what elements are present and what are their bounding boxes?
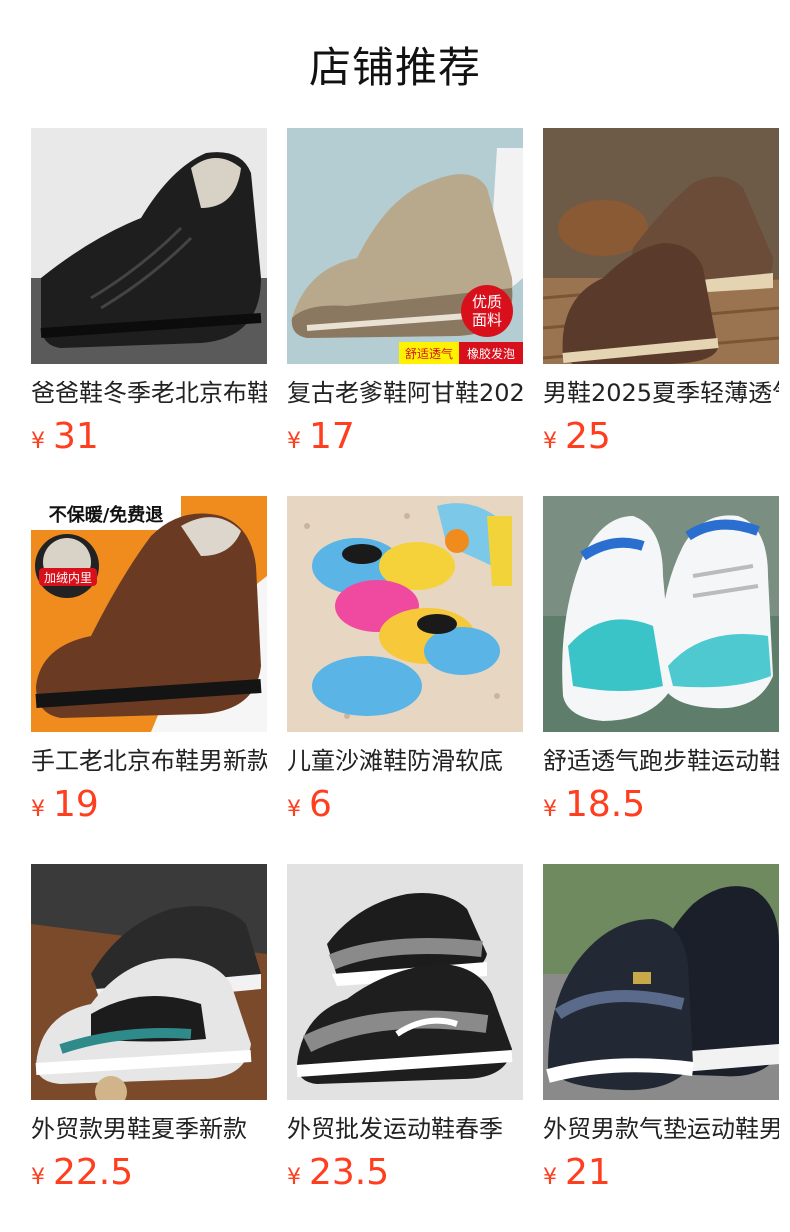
price-value: 17 xyxy=(309,416,355,457)
black-gray-sneaker-icon xyxy=(287,864,523,1100)
product-image[interactable] xyxy=(31,864,267,1100)
khaki-dad-shoe-icon: 优质 面料 舒适透气 橡胶发泡 xyxy=(287,128,523,364)
brown-leather-shoe-icon: 不保暖/免费退 加绒内里 xyxy=(31,496,267,732)
product-name[interactable]: 男鞋2025夏季轻薄透气 xyxy=(543,376,779,410)
product-name[interactable]: 外贸款男鞋夏季新款 xyxy=(31,1112,267,1146)
product-price: ¥ 25 xyxy=(543,416,779,460)
kids-beach-shoes-icon xyxy=(287,496,523,732)
product-card[interactable]: 外贸批发运动鞋春季 ¥ 23.5 xyxy=(287,864,523,1200)
product-name[interactable]: 手工老北京布鞋男新款 xyxy=(31,744,267,778)
badge-top: 不保暖/免费退 xyxy=(49,504,164,526)
product-name[interactable]: 外贸批发运动鞋春季 xyxy=(287,1112,523,1146)
product-image[interactable] xyxy=(543,128,779,364)
product-card[interactable]: 外贸款男鞋夏季新款 ¥ 22.5 xyxy=(31,864,267,1200)
currency-symbol: ¥ xyxy=(31,429,45,454)
product-price: ¥ 6 xyxy=(287,784,523,828)
product-card[interactable]: 儿童沙滩鞋防滑软底 ¥ 6 xyxy=(287,496,523,832)
product-image[interactable] xyxy=(543,496,779,732)
price-value: 19 xyxy=(53,784,99,825)
currency-symbol: ¥ xyxy=(287,1165,301,1190)
currency-symbol: ¥ xyxy=(31,1165,45,1190)
page-header: 店铺推荐 xyxy=(0,32,790,96)
badge-lining: 加绒内里 xyxy=(44,571,92,585)
price-value: 21 xyxy=(565,1152,611,1193)
blue-running-shoe-icon xyxy=(543,496,779,732)
product-image[interactable] xyxy=(287,864,523,1100)
currency-symbol: ¥ xyxy=(287,797,301,822)
product-card[interactable]: 外贸男款气垫运动鞋男 ¥ 21 xyxy=(543,864,779,1200)
currency-symbol: ¥ xyxy=(543,1165,557,1190)
gray-sport-shoe-icon xyxy=(31,864,267,1100)
product-card[interactable]: 男鞋2025夏季轻薄透气 ¥ 25 xyxy=(543,128,779,464)
product-price: ¥ 23.5 xyxy=(287,1152,523,1196)
badge-breathable: 舒适透气 xyxy=(405,346,453,361)
product-grid: 爸爸鞋冬季老北京布鞋 ¥ 31 优质 面料 舒适透气 橡胶发泡 复古老爹鞋阿甘鞋… xyxy=(31,128,790,1200)
price-value: 25 xyxy=(565,416,611,457)
badge-quality: 优质 xyxy=(472,293,502,311)
page-title: 店铺推荐 xyxy=(308,42,481,92)
product-image[interactable] xyxy=(31,128,267,364)
price-value: 31 xyxy=(53,416,99,457)
product-price: ¥ 18.5 xyxy=(543,784,779,828)
product-image[interactable] xyxy=(287,496,523,732)
price-value: 18.5 xyxy=(565,784,646,825)
product-name[interactable]: 外贸男款气垫运动鞋男 xyxy=(543,1112,779,1146)
currency-symbol: ¥ xyxy=(543,797,557,822)
product-card[interactable]: 优质 面料 舒适透气 橡胶发泡 复古老爹鞋阿甘鞋2025 ¥ 17 xyxy=(287,128,523,464)
brown-casual-shoe-icon xyxy=(543,128,779,364)
product-name[interactable]: 复古老爹鞋阿甘鞋2025 xyxy=(287,376,523,410)
product-name[interactable]: 儿童沙滩鞋防滑软底 xyxy=(287,744,523,778)
currency-symbol: ¥ xyxy=(287,429,301,454)
product-price: ¥ 31 xyxy=(31,416,267,460)
product-name[interactable]: 舒适透气跑步鞋运动鞋 xyxy=(543,744,779,778)
badge-material: 面料 xyxy=(472,311,502,329)
product-price: ¥ 19 xyxy=(31,784,267,828)
air-cushion-sneaker-icon xyxy=(543,864,779,1100)
product-image[interactable] xyxy=(543,864,779,1100)
product-image[interactable]: 优质 面料 舒适透气 橡胶发泡 xyxy=(287,128,523,364)
currency-symbol: ¥ xyxy=(543,429,557,454)
product-card[interactable]: 舒适透气跑步鞋运动鞋 ¥ 18.5 xyxy=(543,496,779,832)
price-value: 22.5 xyxy=(53,1152,134,1193)
product-price: ¥ 21 xyxy=(543,1152,779,1196)
price-value: 6 xyxy=(309,784,332,825)
product-price: ¥ 17 xyxy=(287,416,523,460)
badge-sole: 橡胶发泡 xyxy=(467,346,515,361)
black-plush-shoe-icon xyxy=(31,128,267,364)
product-name[interactable]: 爸爸鞋冬季老北京布鞋 xyxy=(31,376,267,410)
product-image[interactable]: 不保暖/免费退 加绒内里 xyxy=(31,496,267,732)
currency-symbol: ¥ xyxy=(31,797,45,822)
product-card[interactable]: 不保暖/免费退 加绒内里 手工老北京布鞋男新款 ¥ 19 xyxy=(31,496,267,832)
product-price: ¥ 22.5 xyxy=(31,1152,267,1196)
price-value: 23.5 xyxy=(309,1152,390,1193)
product-card[interactable]: 爸爸鞋冬季老北京布鞋 ¥ 31 xyxy=(31,128,267,464)
